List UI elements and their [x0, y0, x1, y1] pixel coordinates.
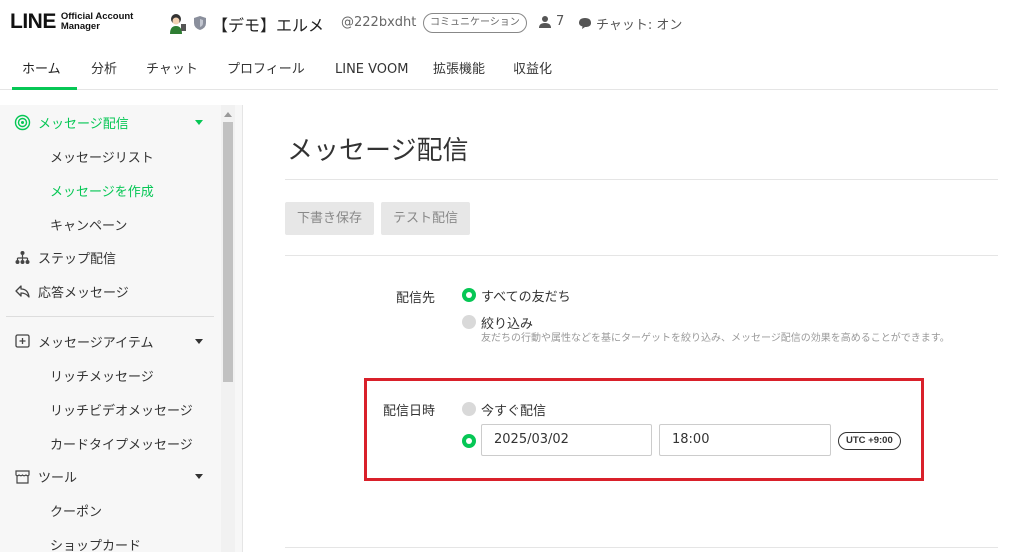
sidebar-scrollbar[interactable]	[221, 105, 235, 552]
sidebar-item-create-message[interactable]: メッセージを作成	[50, 175, 242, 205]
sidebar-item-tools[interactable]: ツール	[14, 461, 234, 491]
sidebar-item-label: 応答メッセージ	[38, 285, 129, 301]
tab-analytics[interactable]: 分析	[91, 50, 117, 90]
sidebar-item-coupon[interactable]: クーポン	[50, 495, 242, 525]
shield-icon	[194, 16, 206, 30]
option-send-now-label[interactable]: 今すぐ配信	[481, 400, 546, 419]
sidebar-item-message-items[interactable]: メッセージアイテム	[14, 326, 234, 356]
time-input[interactable]: 18:00	[659, 424, 831, 456]
reply-icon	[14, 283, 31, 300]
tab-monetization[interactable]: 収益化	[513, 50, 552, 90]
option-filter-label[interactable]: 絞り込み	[481, 313, 533, 332]
app-header: LINE Official Account Manager 【デモ】エルメ @2…	[0, 0, 1024, 50]
shop-icon	[14, 468, 31, 485]
sidebar-item-label: ツール	[38, 470, 78, 486]
chevron-down-icon	[195, 120, 203, 125]
test-send-button[interactable]: テスト配信	[381, 202, 470, 235]
logo-subtitle-line2: Manager	[60, 21, 100, 32]
sidebar-item-step-delivery[interactable]: ステップ配信	[14, 242, 234, 272]
recipients-label: 配信先	[396, 291, 436, 306]
sidebar-item-rich-video-message[interactable]: リッチビデオメッセージ	[50, 394, 242, 424]
sidebar-item-label: リッチメッセージ	[50, 369, 154, 385]
tab-profile[interactable]: プロフィール	[227, 50, 305, 90]
sidebar-item-label: メッセージを作成	[50, 184, 154, 200]
page-title: メッセージ配信	[287, 136, 469, 166]
account-name[interactable]: 【デモ】エルメ	[212, 12, 324, 36]
filter-hint-text: 友だちの行動や属性などを基にターゲットを絞り込み、メッセージ配信の効果を高めるこ…	[481, 333, 950, 344]
sidebar-item-message-list[interactable]: メッセージリスト	[50, 141, 242, 171]
sidebar-item-auto-reply[interactable]: 応答メッセージ	[14, 276, 234, 306]
scrollbar-thumb[interactable]	[223, 122, 233, 382]
option-all-friends-label[interactable]: すべての友だち	[481, 286, 571, 305]
title-divider	[285, 179, 998, 180]
account-avatar-icon[interactable]	[166, 12, 188, 36]
tab-line-voom[interactable]: LINE VOOM	[335, 50, 409, 90]
main-tabs: ホーム 分析 チャット プロフィール LINE VOOM 拡張機能 収益化	[0, 50, 998, 90]
chat-status-label: チャット: オン	[596, 18, 683, 33]
sidebar: メッセージ配信 メッセージリスト メッセージを作成 キャンペーン ステップ配信 …	[0, 105, 243, 552]
sidebar-item-label: カードタイプメッセージ	[50, 437, 193, 453]
chevron-down-icon	[195, 339, 203, 344]
chevron-down-icon	[195, 474, 203, 479]
tab-extensions[interactable]: 拡張機能	[433, 50, 485, 90]
hierarchy-icon	[14, 249, 31, 266]
friend-count-value: 7	[556, 14, 565, 29]
radio-scheduled[interactable]	[462, 434, 476, 448]
chat-bubble-icon	[579, 18, 591, 29]
tab-chat[interactable]: チャット	[146, 50, 198, 90]
sidebar-item-label: リッチビデオメッセージ	[50, 403, 193, 419]
tab-home[interactable]: ホーム	[22, 50, 61, 90]
sidebar-item-message-delivery[interactable]: メッセージ配信	[14, 107, 234, 137]
logo-subtitle: Official Account Manager	[61, 12, 134, 32]
sidebar-item-label: ステップ配信	[38, 251, 117, 267]
sidebar-item-shop-card[interactable]: ショップカード	[50, 529, 242, 552]
plus-box-icon	[14, 333, 31, 350]
section-divider	[285, 255, 998, 256]
save-draft-button[interactable]: 下書き保存	[285, 202, 374, 235]
sidebar-item-rich-message[interactable]: リッチメッセージ	[50, 360, 242, 390]
sidebar-item-label: キャンペーン	[50, 218, 128, 234]
radio-filter[interactable]	[462, 315, 476, 329]
date-input[interactable]: 2025/03/02	[481, 424, 652, 456]
sidebar-item-label: メッセージアイテム	[38, 335, 154, 351]
radio-send-now[interactable]	[462, 402, 476, 416]
sidebar-item-label: メッセージリスト	[50, 150, 154, 166]
scroll-up-arrow-icon[interactable]	[224, 112, 232, 117]
chat-status[interactable]: チャット: オン	[578, 14, 682, 33]
friend-count[interactable]: 7	[538, 14, 564, 29]
sidebar-item-label: クーポン	[50, 504, 103, 520]
sidebar-item-campaign[interactable]: キャンペーン	[50, 209, 242, 239]
sidebar-item-label: メッセージ配信	[38, 116, 129, 132]
person-icon	[539, 16, 551, 28]
timezone-badge: UTC +9:00	[838, 432, 901, 450]
sidebar-divider	[6, 316, 214, 317]
bottom-divider	[285, 547, 998, 548]
broadcast-icon	[14, 114, 31, 131]
account-id: @222bxdht	[341, 15, 417, 30]
sidebar-item-label: ショップカード	[50, 538, 142, 552]
account-type-badge: コミュニケーション	[423, 13, 527, 33]
active-tab-indicator	[12, 87, 77, 90]
logo-wordmark: LINE	[10, 10, 56, 33]
sidebar-item-card-type-message[interactable]: カードタイプメッセージ	[50, 428, 242, 458]
schedule-label: 配信日時	[383, 404, 436, 419]
radio-all-friends[interactable]	[462, 288, 476, 302]
line-oam-logo[interactable]: LINE Official Account Manager	[10, 10, 133, 34]
